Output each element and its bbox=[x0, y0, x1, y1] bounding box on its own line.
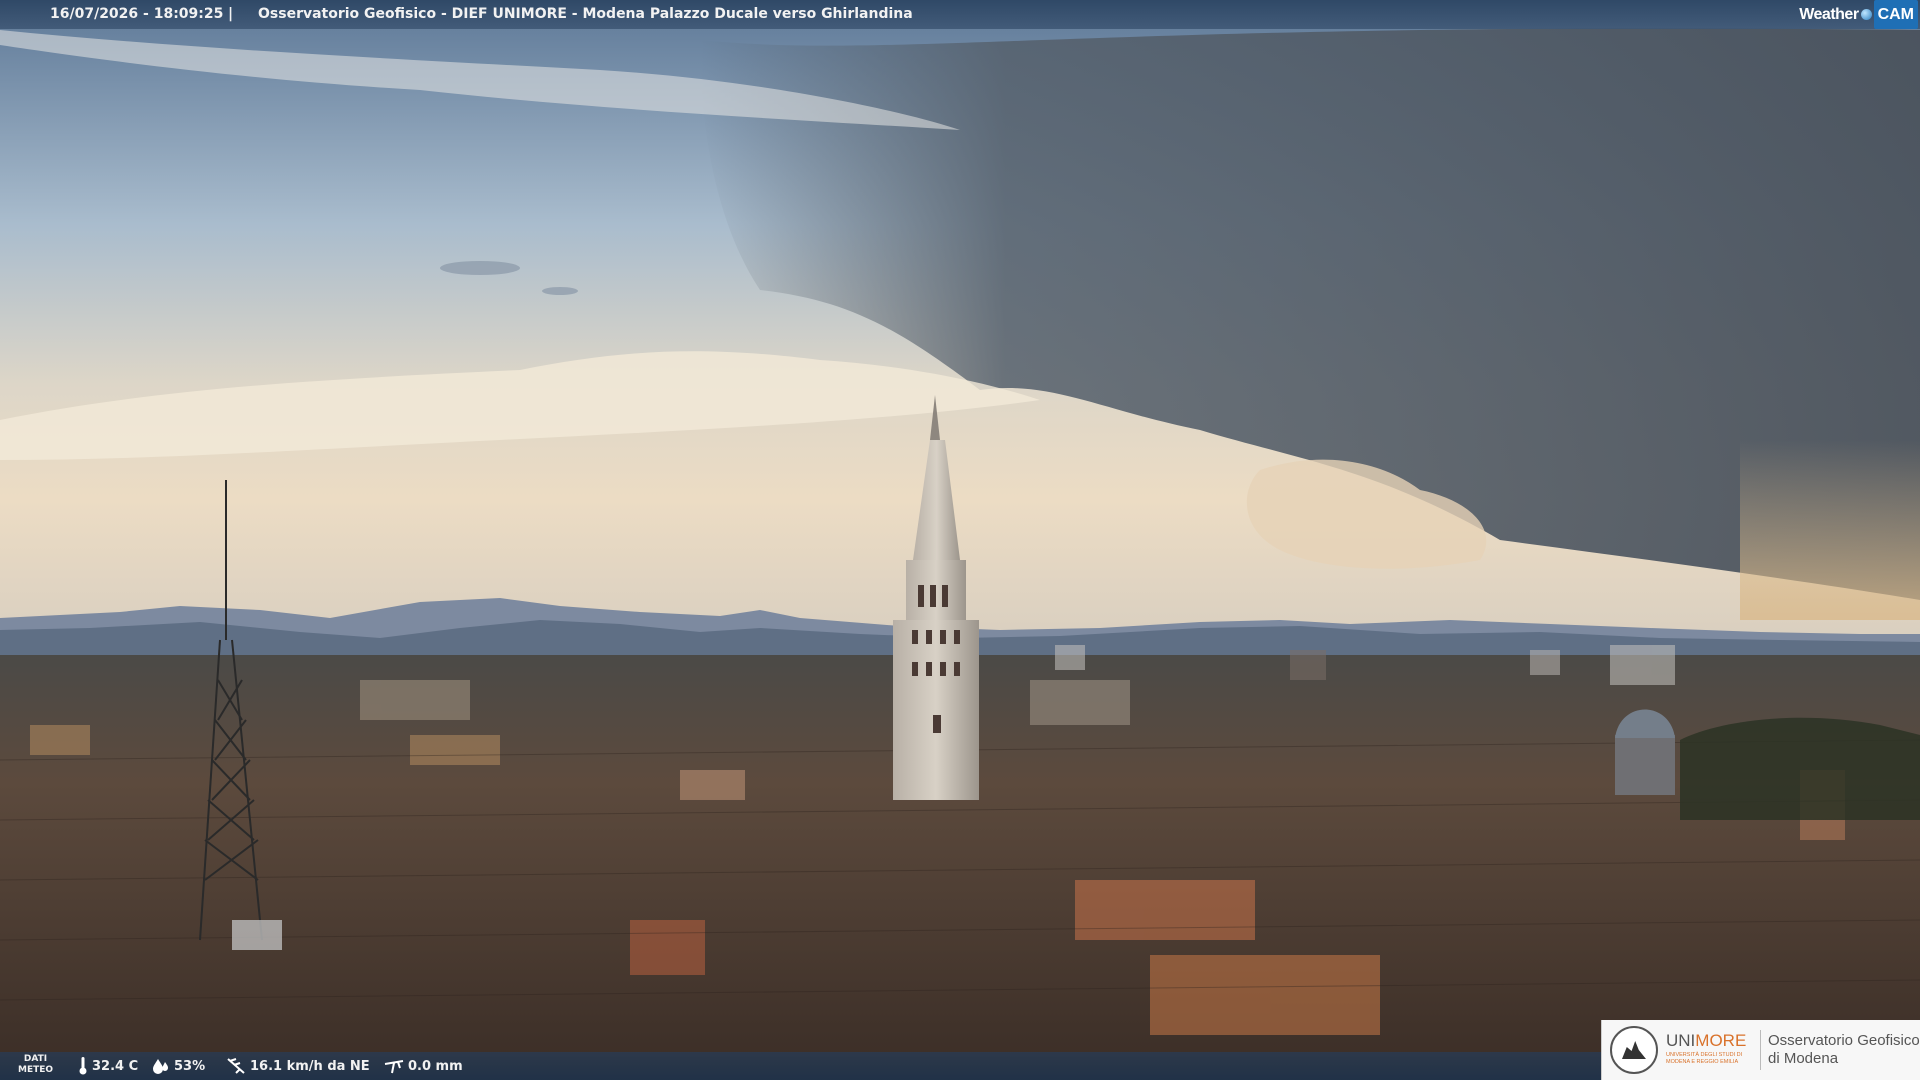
humidity-drop-icon bbox=[153, 1059, 168, 1074]
temperature-value: 32.4 C bbox=[92, 1058, 139, 1074]
unimore-subtitle: UNIVERSITÀ DEGLI STUDI DI MODENA E REGGI… bbox=[1666, 1052, 1743, 1065]
wind-reading: 16.1 km/h da NE bbox=[226, 1052, 370, 1080]
humidity-reading: 53% bbox=[152, 1052, 205, 1080]
wind-value: 16.1 km/h da NE bbox=[250, 1058, 370, 1074]
unimore-wordmark: UNIMORE bbox=[1666, 1031, 1747, 1050]
camera-title: Osservatorio Geofisico - DIEF UNIMORE - … bbox=[258, 6, 913, 22]
observatory-name: Osservatorio Geofisico di Modena bbox=[1768, 1032, 1920, 1067]
title-bar: 16/07/2026 - 18:09:25 | Osservatorio Geo… bbox=[0, 0, 1920, 29]
temperature-reading: 32.4 C bbox=[78, 1052, 138, 1080]
humidity-value: 53% bbox=[174, 1058, 206, 1074]
logo-divider bbox=[1760, 1030, 1761, 1070]
webcam-image bbox=[0, 0, 1920, 1080]
globe-icon bbox=[1860, 9, 1872, 20]
brand-weather-text: Weather bbox=[1799, 6, 1859, 23]
rain-value: 0.0 mm bbox=[408, 1058, 463, 1074]
brand-cam-text: CAM bbox=[1873, 0, 1918, 29]
timestamp: 16/07/2026 - 18:09:25 bbox=[50, 6, 224, 22]
title-separator: | bbox=[228, 6, 234, 22]
weather-data-label: DATI METEO bbox=[18, 1054, 54, 1075]
unimore-logo-panel: UNIMORE UNIVERSITÀ DEGLI STUDI DI MODENA… bbox=[1601, 1020, 1920, 1080]
thermometer-icon bbox=[79, 1057, 87, 1075]
rain-gauge-icon bbox=[384, 1060, 404, 1074]
wind-vane-icon bbox=[227, 1058, 245, 1074]
weathercam-logo: Weather CAM bbox=[1799, 0, 1918, 29]
university-seal-icon bbox=[1610, 1026, 1658, 1074]
rain-reading: 0.0 mm bbox=[384, 1052, 463, 1080]
